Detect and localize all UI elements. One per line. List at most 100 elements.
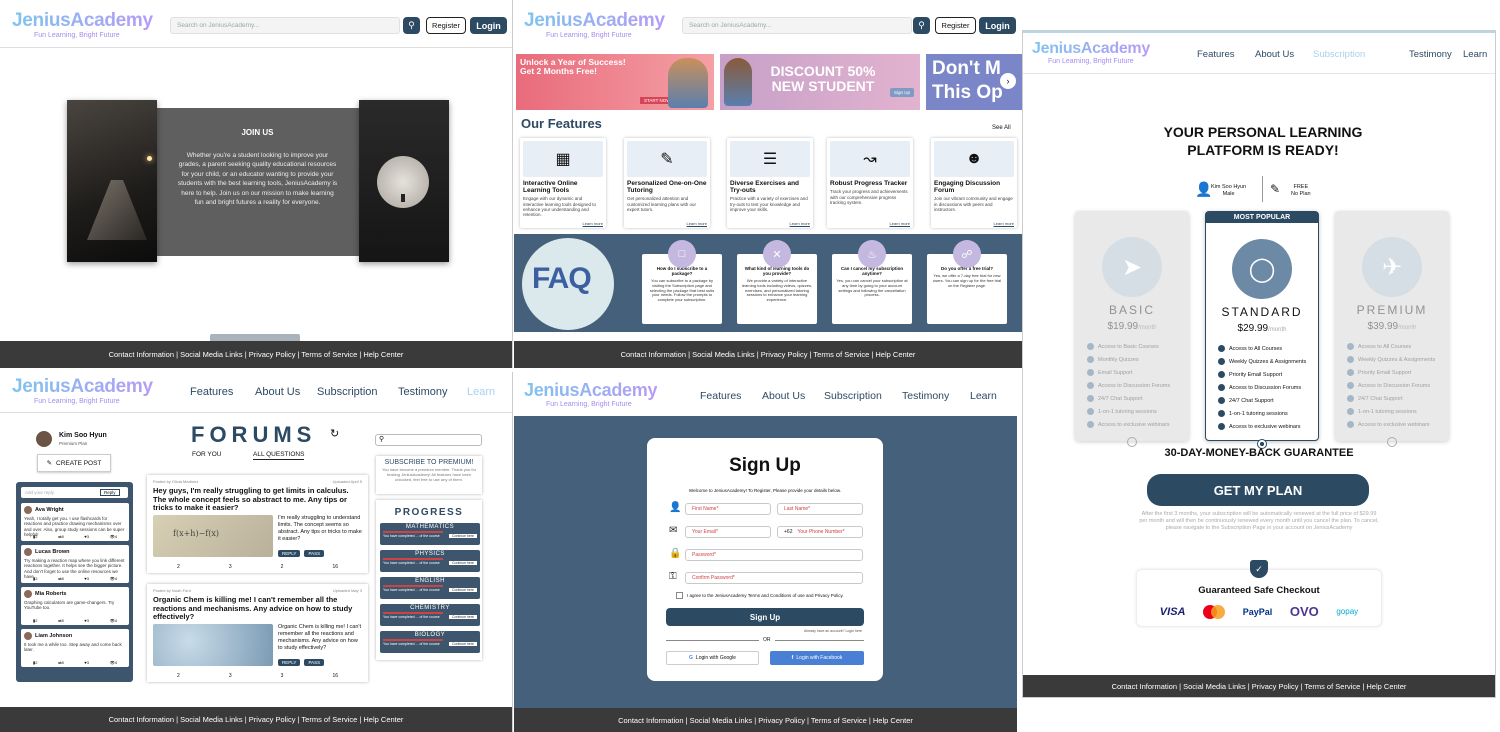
register-button[interactable]: Register	[935, 17, 976, 34]
faq-card[interactable]: ✕ What kind of learning tools do you prov…	[737, 240, 817, 324]
banner-year[interactable]: Unlock a Year of Success! Get 2 Months F…	[516, 54, 714, 110]
nav-learn[interactable]: Learn	[467, 386, 495, 398]
learn-more-link[interactable]: Learn more	[583, 221, 603, 226]
feature-card[interactable]: ☰ Diverse Exercises and Try-outs Practice…	[727, 138, 813, 228]
facebook-login-button[interactable]: f Login with Facebook	[770, 651, 864, 665]
logo[interactable]: JeniusAcademy	[12, 10, 153, 32]
progress-physics[interactable]: PHYSICS You have completed ... of the cou…	[380, 550, 480, 572]
phone-field[interactable]: +62 Your Phone Number*	[777, 526, 863, 538]
pass-button[interactable]: PASS	[304, 659, 325, 666]
page-title: YOUR PERSONAL LEARNING PLATFORM IS READY…	[1163, 124, 1363, 159]
password-field[interactable]: Password*	[685, 549, 863, 561]
feature-card[interactable]: ▦ Interactive Online Learning Tools Engag…	[520, 138, 606, 228]
faq-card[interactable]: ☍ Do you offer a free trial? Yes, we offer…	[927, 240, 1007, 324]
footer-links[interactable]: Contact Information | Social Media Links…	[1023, 675, 1495, 697]
learn-more-link[interactable]: Learn more	[994, 221, 1014, 226]
nav-subscription[interactable]: Subscription	[317, 386, 398, 398]
search-icon[interactable]: ⚲	[913, 17, 930, 34]
paper-plane-icon: ➤	[1102, 237, 1162, 297]
nav-subscription[interactable]: Subscription	[824, 390, 902, 402]
logo[interactable]: JeniusAcademy	[1032, 40, 1150, 58]
banner-discount[interactable]: DISCOUNT 50% NEW STUDENT Sign Up	[720, 54, 920, 110]
logo[interactable]: JeniusAcademy	[12, 376, 153, 398]
search-input[interactable]: ⚲	[375, 434, 482, 446]
google-login-button[interactable]: G Login with Google	[666, 651, 759, 665]
gopay-logo: gopay	[1336, 607, 1359, 616]
premium-promo[interactable]: SUBSCRIBE TO PREMIUM! You have become a …	[376, 456, 482, 494]
progress-english[interactable]: ENGLISH You have completed ... of the cou…	[380, 577, 480, 599]
avatar[interactable]	[36, 431, 52, 447]
nav-learn[interactable]: Learn	[1463, 49, 1487, 60]
progress-biology[interactable]: BIOLOGY You have completed ... of the cou…	[380, 631, 480, 653]
main-nav: Features About Us Subscription Testimony…	[190, 386, 495, 398]
logo[interactable]: JeniusAcademy	[524, 10, 665, 32]
email-field[interactable]: Your Email*	[685, 526, 771, 538]
progress-chemistry[interactable]: CHEMISTRY You have completed ... of the c…	[380, 604, 480, 626]
tab-for-you[interactable]: FOR YOU	[192, 451, 222, 458]
search-input[interactable]: Search on JeniusAcademy...	[682, 17, 912, 34]
search-icon[interactable]: ⚲	[403, 17, 420, 34]
progress-mathematics[interactable]: MATHEMATICS You have completed ... of the…	[380, 523, 480, 545]
feature-card[interactable]: ↝ Robust Progress Tracker Track your prog…	[827, 138, 913, 228]
nav-about[interactable]: About Us	[1255, 49, 1313, 60]
footer-links[interactable]: Contact Information | Social Media Links…	[0, 707, 512, 732]
reply-button[interactable]: Reply	[100, 489, 120, 496]
login-button[interactable]: Login	[470, 17, 507, 34]
login-link[interactable]: Already have an account? Login here	[804, 629, 862, 633]
feature-card[interactable]: ✎ Personalized One-on-One Tutoring Get pe…	[624, 138, 710, 228]
most-popular-badge: MOST POPULAR	[1206, 212, 1318, 223]
nav-features[interactable]: Features	[1197, 49, 1255, 60]
plan-card-premium[interactable]: ✈ PREMIUM $39.99/month Access to All Cou…	[1335, 211, 1449, 447]
reply-button[interactable]: REPLY	[278, 659, 301, 666]
faq-card[interactable]: □ How do I subscribe to a package? You can…	[642, 240, 722, 324]
nav-testimony[interactable]: Testimony	[398, 386, 467, 398]
feature-card[interactable]: ☻ Engaging Discussion Forum Join our vibr…	[931, 138, 1017, 228]
footer-links[interactable]: Contact Information | Social Media Links…	[0, 341, 512, 368]
create-post-button[interactable]: ✎ CREATE POST	[37, 454, 111, 472]
tab-all-questions[interactable]: ALL QUESTIONS	[253, 451, 305, 460]
footer-links[interactable]: Contact Information | Social Media Links…	[514, 341, 1022, 368]
last-name-field[interactable]: Last Name*	[777, 503, 863, 515]
footer-links[interactable]: Contact Information | Social Media Links…	[514, 708, 1017, 732]
get-plan-button[interactable]: GET MY PLAN	[1147, 474, 1369, 506]
nav-about[interactable]: About Us	[762, 390, 824, 402]
forum-post[interactable]: Posted by Noah Ford Uploaded May 3 Organi…	[147, 584, 368, 682]
learn-more-link[interactable]: Learn more	[890, 221, 910, 226]
nav-testimony[interactable]: Testimony	[902, 390, 970, 402]
refresh-icon[interactable]: ↻	[330, 427, 339, 440]
reply-button[interactable]: REPLY	[278, 550, 301, 557]
confirm-password-field[interactable]: Confirm Password*	[685, 572, 863, 584]
nav-about[interactable]: About Us	[255, 386, 317, 398]
see-all-link[interactable]: See All	[992, 125, 1011, 131]
user-icon: 👤	[669, 502, 682, 513]
pass-button[interactable]: PASS	[304, 550, 325, 557]
plan-card-basic[interactable]: ➤ BASIC $19.99/month Access to Basic Cou…	[1075, 211, 1189, 447]
faq-card[interactable]: ♨ Can I cancel my subscription anytime? Ye…	[832, 240, 912, 324]
plan-card-standard[interactable]: MOST POPULAR ◯ STANDARD $29.99/month Acc…	[1205, 211, 1319, 449]
chevron-right-icon[interactable]: ›	[1000, 73, 1016, 89]
key-icon: ⚿	[669, 571, 677, 582]
nav-features[interactable]: Features	[700, 390, 762, 402]
nav-learn[interactable]: Learn	[970, 390, 997, 402]
login-button[interactable]: Login	[979, 17, 1016, 34]
agree-checkbox[interactable]	[676, 592, 683, 599]
register-button[interactable]: Register	[426, 17, 466, 34]
search-input[interactable]: Search on JeniusAcademy...	[170, 17, 400, 34]
sign-up-badge[interactable]: Sign Up	[889, 88, 914, 97]
share-count: 3	[228, 564, 232, 570]
country-code[interactable]: +62	[784, 529, 792, 535]
plan-radio[interactable]	[1127, 437, 1137, 447]
nav-subscription[interactable]: Subscription	[1313, 49, 1409, 60]
nav-testimony[interactable]: Testimony	[1409, 49, 1463, 60]
plan-radio[interactable]	[1387, 437, 1397, 447]
search-icon: ⚲	[379, 436, 385, 443]
first-name-field[interactable]: First Name*	[685, 503, 771, 515]
kid-figure	[668, 58, 708, 108]
learn-more-link[interactable]: Learn more	[790, 221, 810, 226]
forum-post[interactable]: Posted by Olivia Martinez Uploaded April …	[147, 475, 368, 573]
nav-features[interactable]: Features	[190, 386, 255, 398]
logo[interactable]: JeniusAcademy	[524, 380, 657, 401]
signup-button[interactable]: Sign Up	[666, 608, 864, 626]
agree-label[interactable]: I agree to the JeniusAcademy Terms and C…	[687, 593, 844, 598]
learn-more-link[interactable]: Learn more	[687, 221, 707, 226]
